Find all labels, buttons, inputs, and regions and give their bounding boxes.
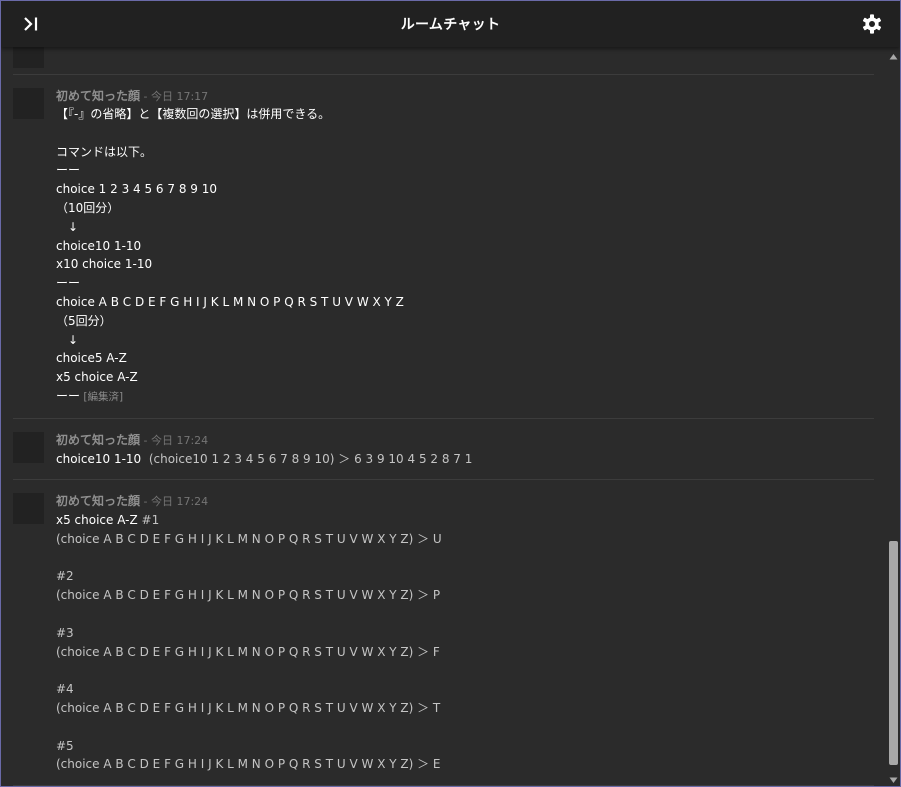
repeat-index: #1 xyxy=(137,513,160,527)
message-text: ↓ xyxy=(56,219,79,234)
message-line: (choice A B C D E F G H I J K L M N O P … xyxy=(56,643,874,662)
message-line: ーー xyxy=(56,161,874,180)
message-item: 初めて知った顔 - 今日 17:24 choice10 1-10 (choice… xyxy=(13,419,874,480)
dice-result: (choice A B C D E F G H I J K L M N O P … xyxy=(56,588,441,603)
message-line: #3 xyxy=(56,624,874,643)
message-item: 初めて知った顔 - 今日 17:17 【『-』の省略】と【複数回の選択】は併用で… xyxy=(13,75,874,419)
message-item xyxy=(13,47,874,75)
message-line: #4 xyxy=(56,680,874,699)
message-line: x10 choice 1-10 xyxy=(56,255,874,274)
message-line: x5 choice A-Z xyxy=(56,368,874,387)
message-line: ーー [編集済] xyxy=(56,387,874,406)
message-body: 初めて知った顔 - 今日 17:24 choice10 1-10 (choice… xyxy=(56,432,874,469)
scroll-down-button[interactable] xyxy=(887,771,900,784)
message-text: x5 choice A-Z xyxy=(56,370,138,385)
sender-name: 初めて知った顔 xyxy=(56,433,141,447)
sender-name: 初めて知った顔 xyxy=(56,494,141,508)
message-timestamp: - 今日 17:24 xyxy=(140,495,209,508)
message-body: 初めて知った顔 - 今日 17:24 x5 choice A-Z #1 (cho… xyxy=(56,493,874,774)
message-text: 【『-』の省略】と【複数回の選択】は併用できる。 xyxy=(56,107,331,121)
message-body: 初めて知った顔 - 今日 17:17 【『-』の省略】と【複数回の選択】は併用で… xyxy=(56,88,874,406)
message-line: 【『-』の省略】と【複数回の選択】は併用できる。 xyxy=(56,105,874,124)
message-text: ーー xyxy=(56,163,81,178)
message-line: (choice A B C D E F G H I J K L M N O P … xyxy=(56,755,874,774)
message-line: #2 xyxy=(56,567,874,586)
message-text: （5回分） xyxy=(56,313,112,328)
message-text: x10 choice 1-10 xyxy=(56,257,153,272)
message-line: choice10 1-10 (choice10 1 2 3 4 5 6 7 8 … xyxy=(56,450,874,469)
avatar xyxy=(13,493,44,524)
gear-icon xyxy=(862,14,882,34)
avatar xyxy=(13,88,44,119)
message-line: choice 1 2 3 4 5 6 7 8 9 10 xyxy=(56,180,874,199)
message-text: choice A B C D E F G H I J K L M N O P Q… xyxy=(56,294,404,309)
message-text: choice 1 2 3 4 5 6 7 8 9 10 xyxy=(56,182,217,197)
message-text: （10回分） xyxy=(56,200,120,215)
message-line: #5 xyxy=(56,737,874,756)
chat-window: ルームチャット 初めて知った顔 - 今日 17:17 【『-』の省略】と【複数回… xyxy=(0,0,901,787)
sender-name: 初めて知った顔 xyxy=(56,89,141,103)
page-title: ルームチャット xyxy=(400,17,501,33)
message-header: 初めて知った顔 - 今日 17:17 xyxy=(56,88,874,104)
repeat-index: #5 xyxy=(56,738,74,753)
message-line: ↓ xyxy=(56,331,874,350)
dice-result: (choice A B C D E F G H I J K L M N O P … xyxy=(56,531,442,546)
message-line xyxy=(56,718,874,737)
message-line xyxy=(56,549,874,568)
message-line: choice10 1-10 xyxy=(56,237,874,256)
message-line: x5 choice A-Z #1 xyxy=(56,511,874,530)
repeat-index: #2 xyxy=(56,569,74,584)
message-line: choice5 A-Z xyxy=(56,349,874,368)
message-text: ↓ xyxy=(56,332,79,347)
message-text: ーー xyxy=(56,276,81,291)
triangle-up-icon xyxy=(889,54,898,60)
avatar xyxy=(13,432,44,463)
message-line: （5回分） xyxy=(56,312,874,331)
message-header: 初めて知った顔 - 今日 17:24 xyxy=(56,493,874,509)
avatar xyxy=(13,47,44,68)
message-line: (choice A B C D E F G H I J K L M N O P … xyxy=(56,699,874,718)
message-line xyxy=(56,124,874,143)
message-timestamp: - 今日 17:17 xyxy=(140,90,209,103)
repeat-index: #3 xyxy=(56,625,74,640)
message-line xyxy=(56,661,874,680)
app-bar: ルームチャット xyxy=(1,1,900,47)
message-timestamp: - 今日 17:24 xyxy=(140,434,209,447)
message-line xyxy=(56,605,874,624)
message-text: choice5 A-Z xyxy=(56,351,127,366)
message-list[interactable]: 初めて知った顔 - 今日 17:17 【『-』の省略】と【複数回の選択】は併用で… xyxy=(1,47,887,786)
scroll-up-button[interactable] xyxy=(887,49,900,62)
message-header: 初めて知った顔 - 今日 17:24 xyxy=(56,432,874,448)
message-item: 初めて知った顔 - 今日 17:24 x5 choice A-Z #1 (cho… xyxy=(13,480,874,786)
command-text: choice10 1-10 xyxy=(56,452,142,466)
message-text: choice10 1-10 xyxy=(56,238,142,253)
settings-button[interactable] xyxy=(860,12,884,36)
dice-result: (choice A B C D E F G H I J K L M N O P … xyxy=(56,644,440,659)
triangle-down-icon xyxy=(889,777,898,783)
message-text: ーー xyxy=(56,388,81,403)
message-line: choice A B C D E F G H I J K L M N O P Q… xyxy=(56,293,874,312)
message-line: コマンドは以下。 xyxy=(56,143,874,162)
message-line: ーー xyxy=(56,274,874,293)
command-text: x5 choice A-Z xyxy=(56,513,138,527)
message-text: コマンドは以下。 xyxy=(56,144,153,159)
scrollbar[interactable] xyxy=(887,47,900,786)
message-line: (choice A B C D E F G H I J K L M N O P … xyxy=(56,530,874,549)
edited-label: [編集済] xyxy=(80,390,124,403)
scrollbar-thumb[interactable] xyxy=(889,541,898,765)
message-line: ↓ xyxy=(56,218,874,237)
dice-result: (choice A B C D E F G H I J K L M N O P … xyxy=(56,757,441,772)
dice-result: (choice A B C D E F G H I J K L M N O P … xyxy=(56,700,441,715)
dice-result: (choice10 1 2 3 4 5 6 7 8 9 10) ＞ 6 3 9 … xyxy=(141,452,473,466)
message-line: (choice A B C D E F G H I J K L M N O P … xyxy=(56,586,874,605)
repeat-index: #4 xyxy=(56,682,74,697)
message-line: （10回分） xyxy=(56,199,874,218)
